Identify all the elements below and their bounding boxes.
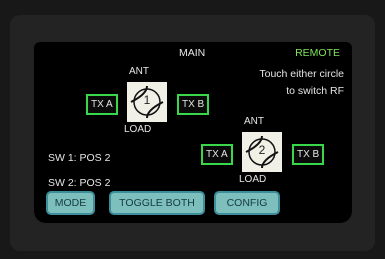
config-button[interactable]: CONFIG	[214, 191, 280, 215]
switch-1-port-tx-a: TX A	[86, 94, 118, 115]
switch-1-number: 1	[143, 93, 151, 107]
switch-1-ant-label: ANT	[129, 66, 149, 77]
hint-line-1: Touch either circle	[259, 68, 344, 80]
switch-2-ant-label: ANT	[244, 116, 264, 127]
switch-2-port-tx-a: TX A	[201, 144, 233, 165]
mode-button[interactable]: MODE	[46, 191, 95, 215]
lcd-screen: MAIN REMOTE Touch either circle to switc…	[34, 42, 352, 223]
switch-1-circle[interactable]: 1	[127, 82, 167, 122]
rf-switch-2: ANT TX A 2 TX B LOAD	[189, 112, 329, 192]
switch-2-port-tx-b: TX B	[292, 144, 325, 165]
remote-status: REMOTE	[295, 47, 340, 59]
switch-2-load-label: LOAD	[239, 174, 267, 185]
status-sw1: SW 1: POS 2	[48, 152, 111, 164]
status-sw2: SW 2: POS 2	[48, 177, 111, 189]
switch-1-load-label: LOAD	[124, 124, 152, 135]
toggle-both-button[interactable]: TOGGLE BOTH	[109, 191, 205, 215]
page-title: MAIN	[179, 47, 206, 59]
hint-line-2: to switch RF	[286, 85, 344, 97]
switch-2-number: 2	[258, 143, 266, 157]
switch-2-circle[interactable]: 2	[242, 132, 282, 172]
